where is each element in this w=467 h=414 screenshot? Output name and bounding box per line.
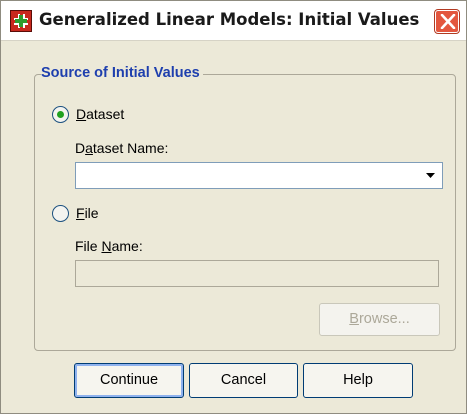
dataset-name-label: Dataset Name:: [75, 140, 169, 156]
file-radio-label[interactable]: File: [76, 205, 99, 221]
chevron-down-icon: [426, 173, 435, 178]
close-button[interactable]: [435, 10, 459, 33]
dataset-radio-label[interactable]: Dataset: [76, 106, 124, 122]
window-title: Generalized Linear Models: Initial Value…: [39, 10, 420, 29]
continue-button[interactable]: Continue: [74, 363, 184, 398]
cancel-button[interactable]: Cancel: [189, 363, 298, 398]
group-label: Source of Initial Values: [41, 65, 203, 81]
radio-selected-dot: [57, 111, 64, 118]
dropdown-arrow-button[interactable]: [420, 164, 441, 187]
spss-app-icon: [10, 10, 32, 32]
close-icon: [440, 14, 456, 29]
dataset-radio[interactable]: [52, 106, 69, 123]
dialog-window: Generalized Linear Models: Initial Value…: [0, 0, 467, 414]
title-bar[interactable]: Generalized Linear Models: Initial Value…: [1, 1, 466, 41]
browse-button[interactable]: Browse...: [319, 303, 440, 336]
file-radio[interactable]: [52, 205, 69, 222]
help-button[interactable]: Help: [303, 363, 413, 398]
file-name-label: File Name:: [75, 238, 143, 254]
dataset-name-dropdown[interactable]: [75, 162, 443, 189]
file-name-input[interactable]: [75, 260, 439, 287]
